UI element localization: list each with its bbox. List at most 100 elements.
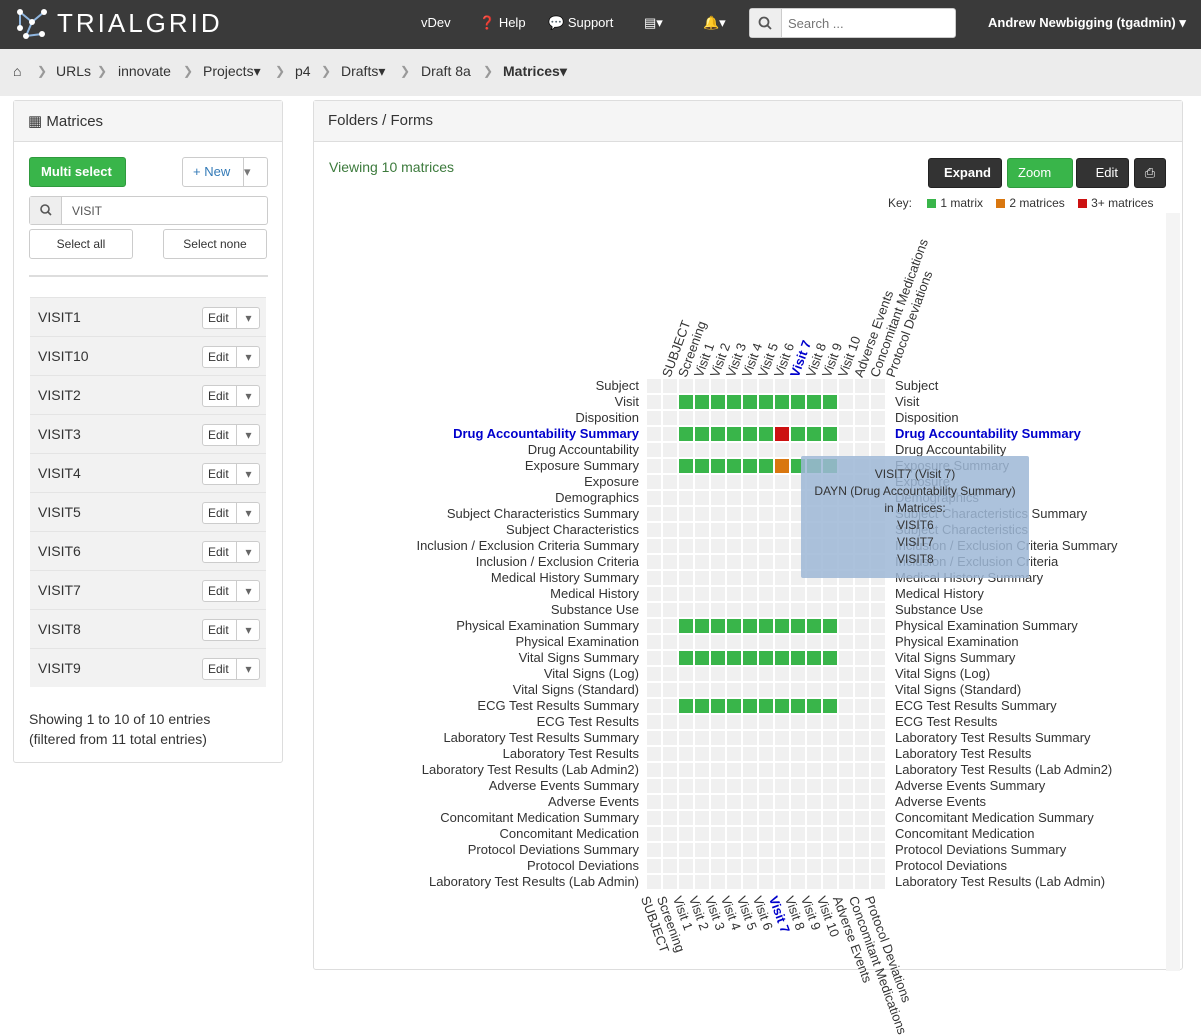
matrix-cell[interactable]: [679, 763, 693, 777]
matrix-cell[interactable]: [807, 635, 821, 649]
matrix-cell[interactable]: [743, 555, 757, 569]
matrix-cell[interactable]: [839, 715, 853, 729]
row-label-left[interactable]: Drug Accountability: [339, 442, 639, 458]
row-label-right[interactable]: Laboratory Test Results (Lab Admin): [895, 874, 1105, 890]
edit-button[interactable]: Edit: [208, 584, 229, 598]
matrix-cell[interactable]: [679, 619, 693, 633]
matrix-cell[interactable]: [647, 667, 661, 681]
matrix-cell[interactable]: [759, 699, 773, 713]
matrix-cell[interactable]: [743, 539, 757, 553]
matrix-cell[interactable]: [711, 491, 725, 505]
matrix-cell[interactable]: [743, 651, 757, 665]
matrix-cell[interactable]: [775, 523, 789, 537]
row-label-left[interactable]: Drug Accountability Summary: [339, 426, 639, 442]
matrix-cell[interactable]: [695, 507, 709, 521]
matrix-cell[interactable]: [679, 779, 693, 793]
matrix-cell[interactable]: [727, 667, 741, 681]
matrix-cell[interactable]: [679, 731, 693, 745]
matrix-cell[interactable]: [647, 795, 661, 809]
zoom-button[interactable]: Zoom: [1007, 158, 1073, 188]
matrix-cell[interactable]: [743, 763, 757, 777]
matrix-cell[interactable]: [663, 795, 677, 809]
matrix-cell[interactable]: [839, 875, 853, 889]
edit-button[interactable]: Edit: [208, 350, 229, 364]
matrix-cell[interactable]: [823, 827, 837, 841]
matrix-cell[interactable]: [775, 635, 789, 649]
matrix-list-item[interactable]: VISIT7 Edit ▾: [30, 570, 266, 609]
matrix-cell[interactable]: [679, 635, 693, 649]
matrix-cell[interactable]: [711, 715, 725, 729]
matrix-cell[interactable]: [711, 795, 725, 809]
matrix-cell[interactable]: [871, 395, 885, 409]
matrix-cell[interactable]: [791, 619, 805, 633]
matrix-list-item[interactable]: VISIT5 Edit ▾: [30, 492, 266, 531]
matrix-cell[interactable]: [711, 731, 725, 745]
matrix-cell[interactable]: [775, 427, 789, 441]
matrix-cell[interactable]: [807, 443, 821, 457]
matrix-cell[interactable]: [695, 539, 709, 553]
matrix-cell[interactable]: [807, 587, 821, 601]
trialgrid-logo-icon[interactable]: [12, 4, 52, 44]
row-label-right[interactable]: Vital Signs (Log): [895, 666, 990, 682]
edit-dropdown[interactable]: Edit ▾: [202, 658, 260, 680]
matrix-cell[interactable]: [855, 411, 869, 425]
matrix-cell[interactable]: [807, 859, 821, 873]
matrix-cell[interactable]: [759, 747, 773, 761]
matrix-cell[interactable]: [759, 731, 773, 745]
matrix-cell[interactable]: [695, 395, 709, 409]
matrix-cell[interactable]: [727, 779, 741, 793]
matrix-cell[interactable]: [711, 843, 725, 857]
matrix-cell[interactable]: [663, 523, 677, 537]
matrix-cell[interactable]: [759, 475, 773, 489]
matrix-cell[interactable]: [807, 683, 821, 697]
matrix-cell[interactable]: [871, 747, 885, 761]
row-label-left[interactable]: Laboratory Test Results (Lab Admin2): [339, 762, 639, 778]
matrix-cell[interactable]: [807, 763, 821, 777]
matrix-cell[interactable]: [663, 843, 677, 857]
matrix-cell[interactable]: [695, 715, 709, 729]
matrix-cell[interactable]: [743, 443, 757, 457]
matrix-cell[interactable]: [679, 555, 693, 569]
matrix-cell[interactable]: [663, 555, 677, 569]
matrix-cell[interactable]: [791, 379, 805, 393]
matrix-cell[interactable]: [679, 491, 693, 505]
matrix-cell[interactable]: [839, 395, 853, 409]
matrix-cell[interactable]: [743, 715, 757, 729]
matrix-cell[interactable]: [743, 667, 757, 681]
matrix-list-item[interactable]: VISIT9 Edit ▾: [30, 648, 266, 687]
row-label-right[interactable]: ECG Test Results: [895, 714, 997, 730]
matrix-cell[interactable]: [663, 507, 677, 521]
matrix-cell[interactable]: [807, 731, 821, 745]
select-none-button[interactable]: Select none: [163, 229, 267, 259]
matrix-cell[interactable]: [647, 587, 661, 601]
edit-dropdown[interactable]: Edit ▾: [202, 580, 260, 602]
matrix-cell[interactable]: [663, 699, 677, 713]
help-link[interactable]: ❓ Help: [479, 15, 526, 31]
matrix-cell[interactable]: [807, 667, 821, 681]
matrix-cell[interactable]: [679, 827, 693, 841]
matrix-cell[interactable]: [855, 811, 869, 825]
matrix-cell[interactable]: [871, 843, 885, 857]
edit-dropdown[interactable]: Edit ▾: [202, 619, 260, 641]
matrix-cell[interactable]: [647, 747, 661, 761]
matrix-cell[interactable]: [759, 843, 773, 857]
matrix-cell[interactable]: [759, 491, 773, 505]
matrix-cell[interactable]: [775, 475, 789, 489]
matrix-cell[interactable]: [647, 779, 661, 793]
matrix-cell[interactable]: [663, 459, 677, 473]
matrix-cell[interactable]: [791, 843, 805, 857]
matrix-cell[interactable]: [855, 587, 869, 601]
matrix-cell[interactable]: [695, 763, 709, 777]
matrix-cell[interactable]: [727, 731, 741, 745]
matrix-filter-input[interactable]: VISIT: [72, 204, 102, 218]
row-label-right[interactable]: Laboratory Test Results: [895, 746, 1031, 762]
matrix-cell[interactable]: [759, 619, 773, 633]
matrix-cell[interactable]: [743, 859, 757, 873]
matrix-cell[interactable]: [711, 667, 725, 681]
matrix-cell[interactable]: [871, 635, 885, 649]
matrix-cell[interactable]: [791, 811, 805, 825]
matrix-cell[interactable]: [679, 443, 693, 457]
matrix-cell[interactable]: [647, 427, 661, 441]
row-label-left[interactable]: Laboratory Test Results (Lab Admin): [339, 874, 639, 890]
matrix-cell[interactable]: [727, 459, 741, 473]
